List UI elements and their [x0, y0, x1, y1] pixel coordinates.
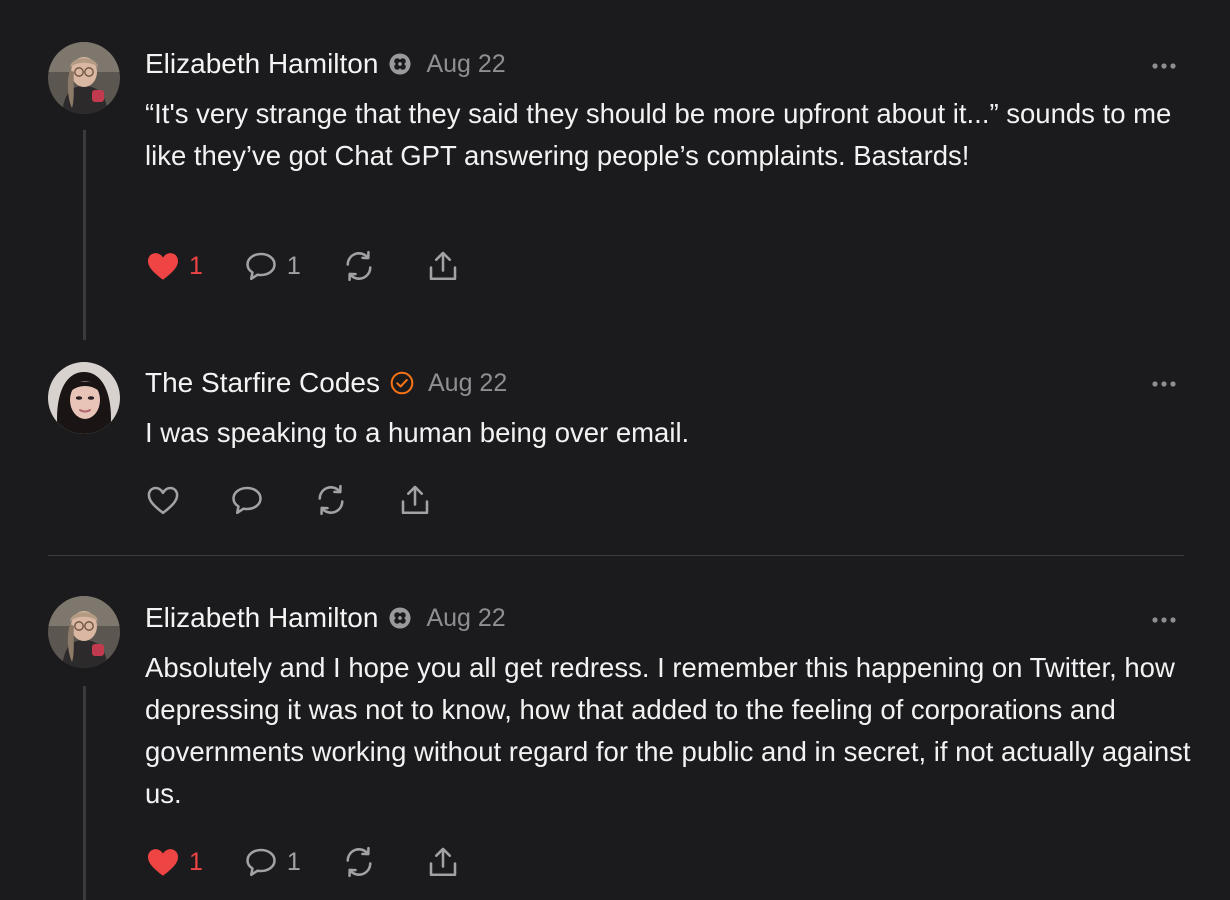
post-header: Elizabeth Hamilton Aug 22 — [145, 47, 506, 81]
share-icon — [425, 248, 461, 284]
like-button[interactable] — [145, 482, 181, 518]
post-text: I was speaking to a human being over ema… — [145, 417, 690, 448]
post-actions — [145, 482, 433, 518]
post-date[interactable]: Aug 22 — [426, 604, 505, 633]
post-header: The Starfire Codes Aug 22 — [145, 366, 507, 400]
comment-icon — [229, 482, 265, 518]
post-text: “It's very strange that they said they s… — [145, 98, 1172, 171]
like-count: 1 — [189, 847, 203, 876]
heart-filled-icon — [145, 248, 181, 284]
post-1: Elizabeth Hamilton Aug 22 “It's very str… — [0, 0, 1230, 345]
author-name[interactable]: Elizabeth Hamilton — [145, 602, 378, 634]
author-name[interactable]: The Starfire Codes — [145, 367, 380, 399]
avatar-elizabeth-image — [48, 596, 120, 668]
share-button[interactable] — [425, 844, 461, 880]
thread-line — [83, 686, 86, 900]
avatar[interactable] — [48, 42, 120, 114]
share-button[interactable] — [397, 482, 433, 518]
repost-button[interactable] — [341, 844, 377, 880]
post-header: Elizabeth Hamilton Aug 22 — [145, 601, 506, 635]
more-options-icon[interactable] — [1150, 612, 1178, 622]
thread-line — [83, 130, 86, 340]
comment-icon — [243, 844, 279, 880]
share-icon — [425, 844, 461, 880]
post-3: Elizabeth Hamilton Aug 22 Absolutely and… — [0, 556, 1230, 900]
like-button[interactable]: 1 — [145, 248, 203, 284]
like-button[interactable]: 1 — [145, 844, 203, 880]
repost-button[interactable] — [313, 482, 349, 518]
comment-button[interactable] — [229, 482, 265, 518]
post-actions: 1 1 — [145, 844, 461, 880]
avatar[interactable] — [48, 362, 120, 434]
more-options-icon[interactable] — [1150, 58, 1178, 68]
flower-badge-icon — [388, 606, 412, 630]
comment-button[interactable]: 1 — [243, 844, 301, 880]
avatar[interactable] — [48, 596, 120, 668]
like-count: 1 — [189, 251, 203, 280]
flower-badge-icon — [388, 52, 412, 76]
comment-icon — [243, 248, 279, 284]
repost-button[interactable] — [341, 248, 377, 284]
comment-button[interactable]: 1 — [243, 248, 301, 284]
share-icon — [397, 482, 433, 518]
author-name[interactable]: Elizabeth Hamilton — [145, 48, 378, 80]
repost-icon — [341, 844, 377, 880]
heart-outline-icon — [145, 482, 181, 518]
heart-filled-icon — [145, 844, 181, 880]
post-2: The Starfire Codes Aug 22 I was speaking… — [0, 345, 1230, 555]
avatar-starfire-image — [48, 362, 120, 434]
post-date[interactable]: Aug 22 — [426, 50, 505, 79]
post-actions: 1 1 — [145, 248, 461, 284]
avatar-elizabeth-image — [48, 42, 120, 114]
comment-count: 1 — [286, 251, 301, 280]
repost-icon — [313, 482, 349, 518]
post-text: Absolutely and I hope you all get redres… — [145, 652, 1191, 809]
verified-check-icon — [390, 371, 414, 395]
comment-count: 1 — [286, 847, 301, 876]
post-date[interactable]: Aug 22 — [428, 369, 507, 398]
repost-icon — [341, 248, 377, 284]
share-button[interactable] — [425, 248, 461, 284]
more-options-icon[interactable] — [1150, 376, 1178, 386]
